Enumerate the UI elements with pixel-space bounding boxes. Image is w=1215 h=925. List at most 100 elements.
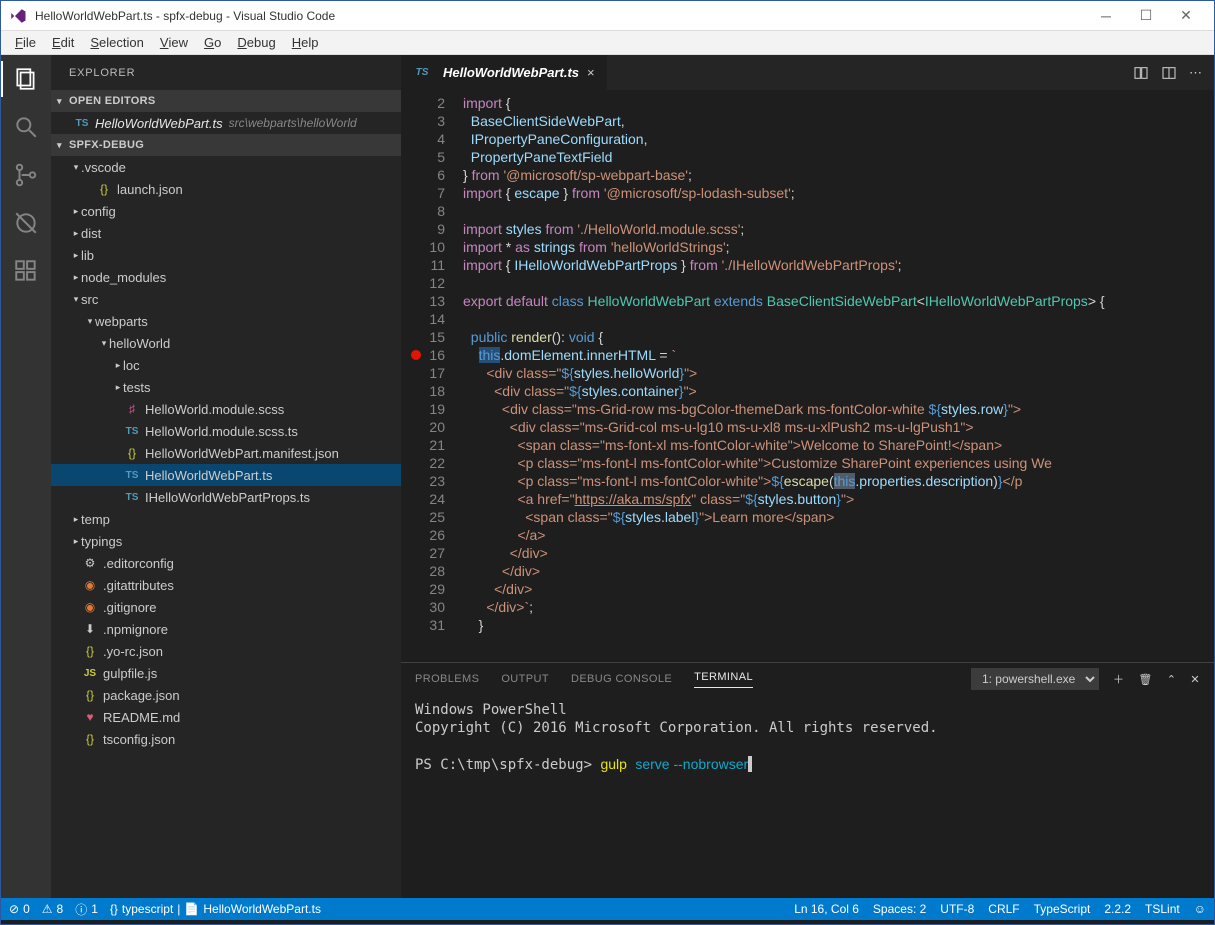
menu-selection[interactable]: Selection <box>82 31 151 54</box>
close-panel-icon[interactable]: ✕ <box>1190 673 1200 686</box>
minimize-button[interactable]: ─ <box>1086 8 1126 24</box>
file-item[interactable]: ◉.gitignore <box>51 596 401 618</box>
file-item[interactable]: ♥README.md <box>51 706 401 728</box>
file-item[interactable]: TSHelloWorldWebPart.ts <box>51 464 401 486</box>
menu-file[interactable]: File <box>7 31 44 54</box>
file-name: tsconfig.json <box>103 732 175 747</box>
chevron-icon: ▸ <box>71 250 81 261</box>
maximize-panel-icon[interactable]: ⌃ <box>1167 673 1177 686</box>
explorer-icon[interactable] <box>12 65 40 93</box>
file-name: HelloWorld.module.scss <box>145 402 284 417</box>
code-content[interactable]: import { BaseClientSideWebPart, IPropert… <box>459 90 1214 662</box>
status-indent[interactable]: Spaces: 2 <box>873 902 926 916</box>
panel-actions: 1: powershell.exe ＋ 🗑 ⌃ ✕ <box>971 668 1200 690</box>
panel-tab-debug-console[interactable]: DEBUG CONSOLE <box>571 673 672 685</box>
status-warnings[interactable]: ⚠8 <box>42 902 63 916</box>
folder-item[interactable]: ▸dist <box>51 222 401 244</box>
chevron-icon: ▸ <box>113 382 123 393</box>
file-item[interactable]: {}.yo-rc.json <box>51 640 401 662</box>
folder-item[interactable]: ▸config <box>51 200 401 222</box>
panel-tab-output[interactable]: OUTPUT <box>501 673 549 685</box>
status-eol[interactable]: CRLF <box>988 902 1019 916</box>
editor-area: TS HelloWorldWebPart.ts × ⋯ 234567891011… <box>401 55 1214 898</box>
status-info[interactable]: ⓘ1 <box>75 901 98 918</box>
terminal-content[interactable]: Windows PowerShell Copyright (C) 2016 Mi… <box>401 695 1214 898</box>
file-item[interactable]: {}tsconfig.json <box>51 728 401 750</box>
open-editor-path: src\webparts\helloWorld <box>229 116 357 130</box>
editor-tabs: TS HelloWorldWebPart.ts × ⋯ <box>401 55 1214 90</box>
json-icon: {} <box>81 644 99 658</box>
terminal-selector[interactable]: 1: powershell.exe <box>971 668 1099 690</box>
split-editor-icon[interactable] <box>1161 65 1177 81</box>
extensions-icon[interactable] <box>12 257 40 285</box>
file-item[interactable]: {}launch.json <box>51 178 401 200</box>
explorer-title: EXPLORER <box>51 55 401 90</box>
file-item[interactable]: TS IHelloWorldWebPartProps.ts <box>51 486 401 508</box>
menu-debug[interactable]: Debug <box>229 31 283 54</box>
git-icon: ◉ <box>81 600 99 614</box>
status-typescript[interactable]: {}typescript|📄HelloWorldWebPart.ts <box>110 902 321 916</box>
editor-tab[interactable]: TS HelloWorldWebPart.ts × <box>401 55 608 90</box>
menu-help[interactable]: Help <box>284 31 327 54</box>
folder-item[interactable]: ▸lib <box>51 244 401 266</box>
folder-item[interactable]: ▸node_modules <box>51 266 401 288</box>
status-version[interactable]: 2.2.2 <box>1104 902 1131 916</box>
folder-item[interactable]: ▾.vscode <box>51 156 401 178</box>
file-item[interactable]: ⬇.npmignore <box>51 618 401 640</box>
menu-go[interactable]: Go <box>196 31 229 54</box>
compare-changes-icon[interactable] <box>1133 65 1149 81</box>
close-button[interactable]: ✕ <box>1166 7 1206 24</box>
ts-icon: TS <box>123 492 141 503</box>
file-name: IHelloWorldWebPartProps.ts <box>145 490 310 505</box>
npm-icon: ⬇ <box>81 622 99 636</box>
file-item[interactable]: {}package.json <box>51 684 401 706</box>
vscode-logo-icon <box>9 7 27 25</box>
chevron-icon: ▸ <box>71 514 81 525</box>
new-terminal-icon[interactable]: ＋ <box>1113 671 1124 687</box>
folder-item[interactable]: ▾helloWorld <box>51 332 401 354</box>
menu-edit[interactable]: Edit <box>44 31 82 54</box>
file-name: tests <box>123 380 150 395</box>
file-item[interactable]: JSgulpfile.js <box>51 662 401 684</box>
status-cursor[interactable]: Ln 16, Col 6 <box>794 902 859 916</box>
status-tslint[interactable]: TSLint <box>1145 902 1180 916</box>
folder-item[interactable]: ▸typings <box>51 530 401 552</box>
folder-item[interactable]: ▾webparts <box>51 310 401 332</box>
ts-icon: TS <box>123 426 141 437</box>
breakpoint-icon[interactable] <box>411 350 421 360</box>
open-editors-header[interactable]: ▾ OPEN EDITORS <box>51 90 401 112</box>
activity-bar <box>1 55 51 898</box>
chevron-icon: ▾ <box>85 316 95 327</box>
file-item[interactable]: ♯HelloWorld.module.scss <box>51 398 401 420</box>
file-name: gulpfile.js <box>103 666 157 681</box>
file-item[interactable]: ⚙.editorconfig <box>51 552 401 574</box>
folder-item[interactable]: ▸loc <box>51 354 401 376</box>
file-item[interactable]: TSHelloWorld.module.scss.ts <box>51 420 401 442</box>
more-actions-icon[interactable]: ⋯ <box>1189 65 1202 81</box>
status-encoding[interactable]: UTF-8 <box>940 902 974 916</box>
folder-item[interactable]: ▾src <box>51 288 401 310</box>
search-icon[interactable] <box>12 113 40 141</box>
debug-icon[interactable] <box>12 209 40 237</box>
feedback-icon[interactable]: ☺ <box>1194 902 1206 916</box>
panel-tab-terminal[interactable]: TERMINAL <box>694 671 753 688</box>
code-editor[interactable]: 2345678910111213141516171819202122232425… <box>401 90 1214 662</box>
menu-view[interactable]: View <box>152 31 196 54</box>
panel-tab-problems[interactable]: PROBLEMS <box>415 673 479 685</box>
status-errors[interactable]: ⊘0 <box>9 902 30 916</box>
json-icon: {} <box>123 446 141 460</box>
folder-item[interactable]: ▸temp <box>51 508 401 530</box>
kill-terminal-icon[interactable]: 🗑 <box>1138 673 1152 686</box>
file-name: temp <box>81 512 110 527</box>
menubar: FileEditSelectionViewGoDebugHelp <box>1 31 1214 55</box>
maximize-button[interactable]: ☐ <box>1126 7 1166 24</box>
open-editor-item[interactable]: TS HelloWorldWebPart.ts src\webparts\hel… <box>51 112 401 134</box>
project-header[interactable]: ▾ SPFX-DEBUG <box>51 134 401 156</box>
folder-item[interactable]: ▸tests <box>51 376 401 398</box>
file-item[interactable]: {}HelloWorldWebPart.manifest.json <box>51 442 401 464</box>
status-language-mode[interactable]: TypeScript <box>1034 902 1091 916</box>
file-item[interactable]: ◉.gitattributes <box>51 574 401 596</box>
file-name: src <box>81 292 98 307</box>
close-tab-icon[interactable]: × <box>587 65 595 80</box>
source-control-icon[interactable] <box>12 161 40 189</box>
